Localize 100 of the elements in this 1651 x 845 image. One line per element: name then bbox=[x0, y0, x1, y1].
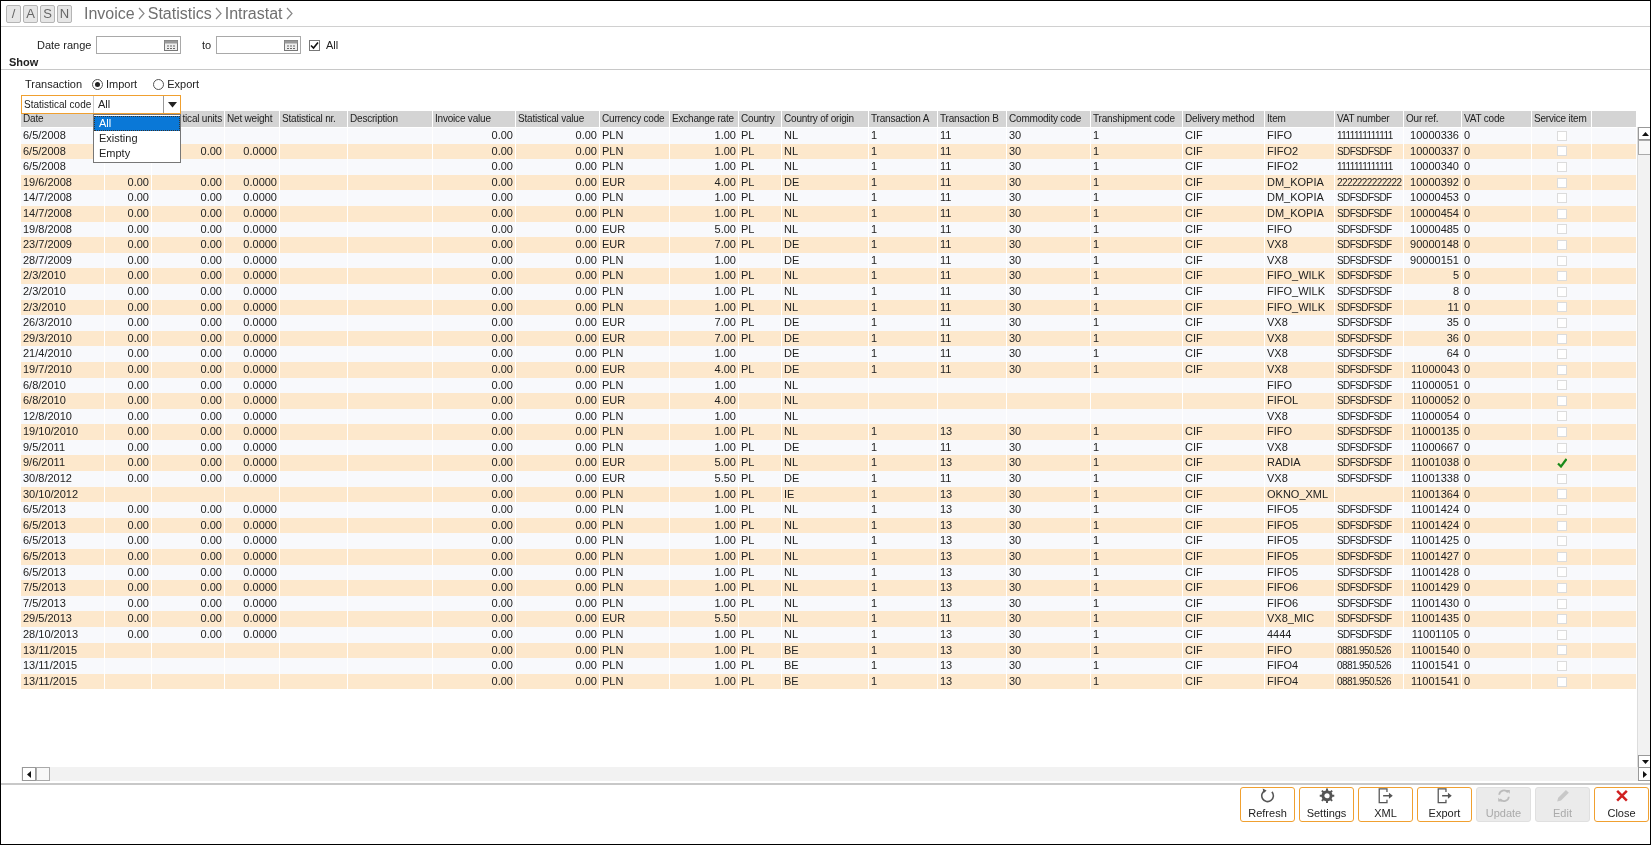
scroll-thumb[interactable] bbox=[36, 767, 50, 781]
table-cell: SDFSDFSDF bbox=[1335, 471, 1404, 487]
dropdown-arrow-icon bbox=[167, 101, 177, 108]
table-cell: CIF bbox=[1183, 315, 1265, 331]
table-cell: 0.00 bbox=[105, 549, 152, 565]
breadcrumb-link[interactable]: Statistics bbox=[147, 1, 212, 26]
table-cell: 0.00 bbox=[516, 190, 600, 206]
toolbar-button[interactable]: Export bbox=[1417, 787, 1472, 822]
vertical-scrollbar[interactable] bbox=[1637, 127, 1650, 768]
table-cell: 0.00 bbox=[152, 502, 225, 518]
table-cell: 0.0000 bbox=[225, 237, 280, 253]
column-header[interactable]: Currency code bbox=[600, 111, 670, 127]
scroll-left-button[interactable] bbox=[22, 767, 36, 781]
table-cell: 11 bbox=[938, 315, 1007, 331]
table-row[interactable]: 28/10/2013 0.00 0.00 0.0000 0.00 0.00 PLN 1.00 PL NL 1 13 30 1 CIF 4444 SDFSDFSDF 11001105 0 bbox=[21, 627, 1636, 643]
table-cell: DM_KOPIA bbox=[1265, 205, 1335, 222]
table-cell: 1 bbox=[1091, 205, 1183, 222]
dropdown-option[interactable]: Existing bbox=[94, 131, 180, 146]
table-cell: VX8 bbox=[1265, 315, 1335, 331]
table-row[interactable]: 13/11/2015 0.00 0.00 PLN 1.00 PL BE 1 13 30 1 CIF FIFO4 0881.950.526 11001541 0 bbox=[21, 658, 1636, 674]
column-header[interactable]: Country of origin bbox=[782, 111, 869, 127]
table-cell: VX8 bbox=[1265, 471, 1335, 487]
close-icon bbox=[1613, 788, 1630, 804]
table-row[interactable]: 29/5/2013 0.00 0.00 0.0000 0.00 0.00 EUR 5.50 NL 1 11 30 1 CIF VX8_MIC SDFSDFSDF 11001435 0 bbox=[21, 611, 1636, 627]
column-header[interactable]: VAT code bbox=[1462, 111, 1532, 127]
column-header[interactable]: Invoice value bbox=[433, 111, 516, 127]
breadcrumb-link[interactable]: Intrastat bbox=[224, 1, 283, 26]
mode-button[interactable]: N bbox=[57, 4, 72, 23]
exit-icon bbox=[1377, 788, 1394, 804]
column-header[interactable]: Transaction A bbox=[869, 111, 938, 127]
table-cell: 13 bbox=[938, 424, 1007, 440]
column-header[interactable]: Our ref. bbox=[1404, 111, 1462, 127]
table-cell: 0.00 bbox=[433, 502, 516, 518]
column-header[interactable]: Net weight bbox=[225, 111, 280, 127]
table-cell: PL bbox=[739, 502, 782, 518]
table-cell: BE bbox=[782, 673, 869, 690]
table-cell: 6/5/2013 bbox=[21, 549, 105, 565]
column-header[interactable]: Delivery method bbox=[1183, 111, 1265, 127]
table-row[interactable]: 7/5/2013 0.00 0.00 0.0000 0.00 0.00 PLN 1.00 PL NL 1 13 30 1 CIF FIFO6 SDFSDFSDF 11001429 0 bbox=[21, 580, 1636, 596]
table-cell: 1 bbox=[869, 159, 938, 175]
table-row[interactable]: 6/5/2013 0.00 0.00 0.0000 0.00 0.00 PLN 1.00 PL NL 1 13 30 1 CIF FIFO5 SDFSDFSDF 11001425 0 bbox=[21, 533, 1636, 550]
column-header[interactable]: Statistical value bbox=[516, 111, 600, 127]
table-row[interactable]: 23/7/2009 0.00 0.00 0.0000 0.00 0.00 EUR 7.00 PL DE 1 11 30 1 CIF VX8 SDFSDFSDF 90000148 0 bbox=[21, 237, 1636, 253]
table-cell: PLN bbox=[600, 283, 670, 300]
column-header[interactable]: Description bbox=[348, 111, 433, 127]
all-checkbox[interactable] bbox=[309, 39, 320, 51]
table-row[interactable]: 14/7/2008 0.00 0.00 0.0000 0.00 0.00 PLN 1.00 PL NL 1 11 30 1 CIF DM_KOPIA SDFSDFSDF 10000453 0 bbox=[21, 190, 1636, 206]
calendar-icon bbox=[284, 39, 298, 51]
table-row[interactable]: 6/5/2013 0.00 0.00 0.0000 0.00 0.00 PLN 1.00 PL NL 1 13 30 1 CIF FIFO5 SDFSDFSDF 11001427 0 bbox=[21, 549, 1636, 565]
mode-button[interactable]: A bbox=[23, 4, 38, 23]
dropdown-option[interactable]: All bbox=[94, 116, 180, 131]
radio-option[interactable]: Export bbox=[153, 75, 199, 93]
table-cell: 1 bbox=[1091, 502, 1183, 518]
table-row[interactable]: 26/3/2010 0.00 0.00 0.0000 0.00 0.00 EUR 7.00 PL DE 1 11 30 1 CIF VX8 SDFSDFSDF 35 0 bbox=[21, 315, 1636, 331]
column-header[interactable]: Item bbox=[1265, 111, 1335, 127]
table-cell: CIF bbox=[1183, 549, 1265, 565]
table-row[interactable]: 9/6/2011 0.00 0.00 0.0000 0.00 0.00 EUR 5.00 PL NL 1 13 30 1 CIF RADIA SDFSDFSDF 11001038 0 bbox=[21, 455, 1636, 472]
column-header[interactable]: Exchange rate bbox=[670, 111, 739, 127]
column-header[interactable]: Transaction B bbox=[938, 111, 1007, 127]
service-item-checkbox[interactable] bbox=[1556, 458, 1567, 469]
scroll-right-button[interactable] bbox=[1638, 767, 1650, 781]
table-row[interactable]: 6/8/2010 0.00 0.00 0.0000 0.00 0.00 EUR 4.00 NL FIFOL SDFSDFSDF 11000052 0 bbox=[21, 393, 1636, 409]
column-header[interactable]: Service item bbox=[1532, 111, 1592, 127]
table-cell: 30 bbox=[1007, 627, 1091, 643]
table-row[interactable]: 2/3/2010 0.00 0.00 0.0000 0.00 0.00 PLN 1.00 PL NL 1 11 30 1 CIF FIFO_WILK SDFSDFSDF 5 0 bbox=[21, 268, 1636, 284]
table-row[interactable]: 21/4/2010 0.00 0.00 0.0000 0.00 0.00 PLN 1.00 DE 1 11 30 1 CIF VX8 SDFSDFSDF 64 0 bbox=[21, 346, 1636, 362]
table-cell: 13/11/2015 bbox=[21, 673, 105, 690]
mode-button[interactable]: S bbox=[40, 4, 55, 23]
table-row[interactable]: 6/5/2013 0.00 0.00 0.0000 0.00 0.00 PLN 1.00 PL NL 1 13 30 1 CIF FIFO5 SDFSDFSDF 11001424 0 bbox=[21, 502, 1636, 518]
mode-button[interactable]: / bbox=[6, 4, 21, 23]
column-header[interactable]: Transhipment code bbox=[1091, 111, 1183, 127]
toolbar-button[interactable]: Close bbox=[1594, 787, 1649, 822]
toolbar-button[interactable]: Refresh bbox=[1240, 787, 1295, 822]
table-cell: 0.00 bbox=[433, 190, 516, 206]
toolbar-button[interactable]: XML bbox=[1358, 787, 1413, 822]
scroll-thumb[interactable] bbox=[1638, 140, 1650, 155]
toolbar-button[interactable]: Settings bbox=[1299, 787, 1354, 822]
column-header[interactable]: Commodity code bbox=[1007, 111, 1091, 127]
breadcrumb-link[interactable]: Invoice bbox=[84, 1, 135, 26]
scroll-up-button[interactable] bbox=[1638, 127, 1650, 140]
table-row[interactable]: 30/8/2012 0.00 0.00 0.0000 0.00 0.00 EUR 5.50 PL DE 1 11 30 1 CIF VX8 SDFSDFSDF 11001338 0 bbox=[21, 471, 1636, 487]
column-header[interactable]: Country bbox=[739, 111, 782, 127]
column-header[interactable]: VAT number bbox=[1335, 111, 1404, 127]
horizontal-scrollbar[interactable] bbox=[21, 767, 1650, 781]
date-field[interactable] bbox=[216, 36, 301, 54]
table-cell: SDFSDFSDF bbox=[1335, 580, 1404, 596]
table-cell: 1 bbox=[1091, 627, 1183, 643]
table-cell: 0.00 bbox=[433, 315, 516, 331]
column-header[interactable]: Statistical nr. bbox=[280, 111, 348, 127]
table-cell: SDFSDFSDF bbox=[1335, 268, 1404, 284]
table-cell: 0.00 bbox=[433, 346, 516, 362]
dropdown-field[interactable]: Statistical code All bbox=[21, 95, 181, 114]
table-cell: 4.00 bbox=[670, 393, 739, 409]
date-field[interactable] bbox=[96, 36, 181, 54]
radio-option[interactable]: Import bbox=[92, 75, 138, 93]
table-row[interactable]: 6/5/2008 0.00 0.00 PLN 1.00 PL NL 1 11 30 1 CIF FIFO2 1111111111111 10000340 0 bbox=[21, 159, 1636, 175]
table-cell: 11001424 bbox=[1404, 502, 1462, 518]
table-cell: PLN bbox=[600, 128, 670, 144]
table-cell: 0 bbox=[1462, 580, 1532, 596]
table-row[interactable]: 19/10/2010 0.00 0.00 0.0000 0.00 0.00 PLN 1.00 PL NL 1 13 30 1 CIF FIFO SDFSDFSDF 11000135 0 bbox=[21, 424, 1636, 440]
